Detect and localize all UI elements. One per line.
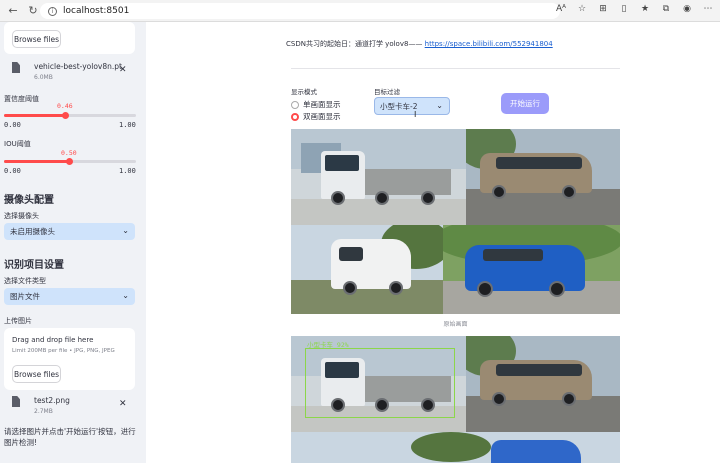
camera-section-title: 摄像头配置 [4,195,54,206]
recognition-section-title: 识别项目设置 [4,260,64,271]
chevron-down-icon: ⌄ [122,291,129,300]
iou-max: 1.00 [119,167,136,175]
confidence-slider[interactable] [4,112,136,119]
upload-image-label: 上传图片 [4,317,32,325]
photo-gold-van-detected [466,336,620,432]
iou-fill [4,160,70,163]
browse-images-button[interactable]: Browse files [12,365,61,383]
radio-dual-view-label: 双画面显示 [303,112,341,121]
run-button[interactable]: 开始运行 [501,93,549,114]
original-image [291,129,620,314]
photo-lower-row-detected [291,432,620,463]
target-filter-label: 目标过滤 [374,88,400,96]
info-icon[interactable]: i [48,6,57,16]
original-caption: 原始画面 [443,321,468,328]
extensions-icon[interactable]: ⊞ [597,4,609,14]
target-filter-selected: 小型卡车-2 [380,101,418,111]
divider [291,68,620,69]
iou-slider[interactable] [4,158,136,165]
text-cursor-icon: I [414,110,417,119]
radio-single-view-label: 单画面显示 [303,100,341,109]
chevron-down-icon: ⌄ [436,101,443,110]
photo-white-truck [291,129,466,225]
radio-dot-selected [291,112,299,121]
photo-gold-van [466,129,620,225]
split-screen-icon[interactable]: ▯ [618,4,630,14]
back-icon[interactable]: ← [6,4,20,18]
target-filter-select[interactable]: 小型卡车-2 ⌄ [374,97,450,115]
drop-zone-title: Drag and drop file here [12,336,94,344]
iou-min: 0.00 [4,167,21,175]
uploaded-image-size: 2.7MB [34,408,53,415]
uploaded-image-name: test2.png [34,396,70,405]
confidence-value: 0.46 [57,102,73,110]
intro-text-body: CSDN共习的起始日：通道打学 yolov8—— [286,40,423,48]
confidence-fill [4,114,65,117]
model-uploader: Browse files [4,22,135,54]
model-file-name: vehicle-best-yolov8n.pt [34,62,122,71]
refresh-icon[interactable]: ↻ [26,4,40,18]
radio-dot [291,100,299,109]
remove-model-file-button[interactable]: ✕ [119,65,127,75]
file-type-selected-value: 图片文件 [10,292,40,301]
detection-box [305,348,455,418]
drop-zone-limit: Limit 200MB per file • JPG, PNG, JPEG [12,348,115,354]
confidence-max: 1.00 [119,121,136,129]
browser-actions: Aᴬ ☆ ⊞ ▯ ★ ⧉ ◉ ⋯ [555,4,714,14]
favorites-icon[interactable]: ★ [639,4,651,14]
detection-image: 小型卡车 92% [291,336,620,463]
camera-select-label: 选择摄像头 [4,212,39,220]
iou-label: IOU阈值 [4,140,31,148]
confidence-label: 置信度阈值 [4,95,39,103]
remove-image-button[interactable]: ✕ [119,399,127,409]
more-icon[interactable]: ⋯ [702,4,714,14]
uploaded-image-row: test2.png 2.7MB [12,396,70,415]
read-aloud-icon[interactable]: Aᴬ [555,4,567,14]
radio-dual-view[interactable]: 双画面显示 [291,111,341,122]
collections-icon[interactable]: ⧉ [660,4,672,14]
favorite-star-icon[interactable]: ☆ [576,4,588,14]
file-type-label: 选择文件类型 [4,277,46,285]
detection-label: 小型卡车 92% [307,341,349,349]
chevron-down-icon: ⌄ [122,226,129,235]
url-text: localhost:8501 [63,6,130,16]
photo-white-truck-detected: 小型卡车 92% [291,336,466,432]
file-type-select[interactable]: 图片文件 ⌄ [4,288,135,305]
model-file-size: 6.0MB [34,74,53,81]
sidebar-note: 请选择图片并点击'开始运行'按钮，进行图片检测! [4,427,136,447]
sidebar: Browse files vehicle-best-yolov8n.pt 6.0… [0,22,146,463]
browse-files-button[interactable]: Browse files [12,30,61,48]
intro-text: CSDN共习的起始日：通道打学 yolov8—— https://space.b… [286,39,553,49]
intro-link[interactable]: https://space.bilibili.com/552941804 [425,40,553,48]
browser-toolbar: ← ↻ i localhost:8501 Aᴬ ☆ ⊞ ▯ ★ ⧉ ◉ ⋯ [0,0,720,22]
file-icon [12,62,22,74]
main-content: CSDN共习的起始日：通道打学 yolov8—— https://space.b… [146,22,720,463]
model-file-row: vehicle-best-yolov8n.pt 6.0MB [12,62,122,81]
display-mode-label: 显示模式 [291,88,317,96]
image-uploader[interactable]: Drag and drop file here Limit 200MB per … [4,328,135,390]
camera-select[interactable]: 未启用摄像头 ⌄ [4,223,135,240]
confidence-min: 0.00 [4,121,21,129]
iou-value: 0.50 [61,149,77,157]
radio-single-view[interactable]: 单画面显示 [291,99,341,110]
confidence-thumb[interactable] [62,112,69,119]
photo-white-van [291,225,443,314]
file-icon [12,396,22,408]
address-bar[interactable]: i localhost:8501 [40,3,560,19]
iou-thumb[interactable] [66,158,73,165]
camera-selected-value: 未启用摄像头 [10,227,55,236]
profile-icon[interactable]: ◉ [681,4,693,14]
photo-blue-suv [443,225,620,314]
